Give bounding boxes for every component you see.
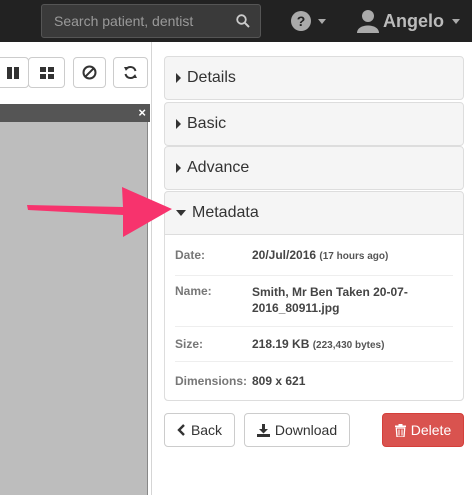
download-button-label: Download	[274, 422, 338, 438]
basic-panel-label: Basic	[187, 115, 227, 132]
search-box	[41, 4, 261, 38]
advance-panel-heading[interactable]: Advance	[165, 147, 463, 189]
metadata-row-dimensions: Dimensions: 809 x 621	[175, 362, 453, 400]
metadata-row-date: Date: 20/Jul/2016 (17 hours ago)	[175, 235, 453, 276]
delete-button-label: Delete	[410, 422, 452, 438]
details-panel-heading[interactable]: Details	[165, 57, 463, 99]
advance-panel: Advance	[164, 146, 464, 190]
caret-down-icon	[176, 210, 186, 216]
image-viewer[interactable]	[0, 122, 148, 495]
metadata-panel-label: Metadata	[192, 204, 259, 221]
basic-panel-heading[interactable]: Basic	[165, 103, 463, 145]
size-value-wrap: 218.19 KB (223,430 bytes)	[252, 337, 384, 351]
metadata-panel-heading[interactable]: Metadata	[165, 192, 463, 234]
date-relative: (17 hours ago)	[319, 251, 389, 262]
single-view-button[interactable]	[0, 57, 29, 88]
details-panel: Details	[164, 56, 464, 100]
chevron-down-icon	[452, 18, 460, 24]
help-icon: ?	[291, 11, 311, 31]
dimensions-value: 809 x 621	[252, 374, 306, 388]
refresh-button[interactable]	[113, 57, 148, 88]
date-value: 20/Jul/2016	[252, 248, 317, 262]
grid-icon	[39, 66, 54, 79]
caret-right-icon	[176, 73, 181, 83]
user-menu[interactable]: Angelo	[357, 7, 460, 35]
back-button[interactable]: Back	[164, 413, 235, 447]
name-value-line1: Smith, Mr Ben Taken 20-07-	[252, 285, 408, 299]
search-icon[interactable]	[236, 14, 250, 28]
columns-icon	[6, 66, 19, 79]
svg-text:?: ?	[297, 13, 306, 29]
download-button[interactable]: Download	[244, 413, 350, 447]
caret-right-icon	[176, 163, 181, 173]
metadata-row-size: Size: 218.19 KB (223,430 bytes)	[175, 327, 453, 362]
metadata-panel: Metadata Date: 20/Jul/2016 (17 hours ago…	[164, 191, 464, 401]
search-input[interactable]	[42, 5, 232, 37]
name-value-line2: 2016_80911.jpg	[252, 301, 340, 315]
metadata-row-name: Name: Smith, Mr Ben Taken 20-07- 2016_80…	[175, 276, 453, 327]
chevron-left-icon	[177, 424, 185, 436]
refresh-icon	[124, 66, 137, 79]
date-label: Date:	[175, 248, 206, 262]
date-value-wrap: 20/Jul/2016 (17 hours ago)	[252, 248, 388, 262]
delete-button[interactable]: Delete	[382, 413, 464, 447]
chevron-down-icon	[318, 18, 326, 24]
user-icon	[357, 10, 379, 33]
grid-view-button[interactable]	[28, 57, 65, 88]
dimensions-label: Dimensions:	[175, 374, 248, 388]
help-menu[interactable]: ?	[290, 9, 326, 33]
app-root: ? Angelo	[0, 0, 472, 495]
download-icon	[256, 423, 270, 437]
top-navbar: ? Angelo	[0, 0, 472, 42]
size-value: 218.19 KB	[252, 337, 310, 351]
trash-icon	[394, 423, 406, 437]
panel-divider	[151, 42, 152, 495]
size-label: Size:	[175, 337, 204, 351]
viewer-toolbar	[0, 50, 150, 94]
metadata-panel-body: Date: 20/Jul/2016 (17 hours ago) Name: S…	[165, 234, 463, 400]
details-panel-label: Details	[187, 69, 236, 86]
cancel-button[interactable]	[73, 57, 106, 88]
user-name: Angelo	[383, 10, 444, 31]
size-bytes: (223,430 bytes)	[312, 340, 385, 351]
close-icon[interactable]: ×	[138, 104, 146, 122]
name-label: Name:	[175, 284, 212, 298]
basic-panel: Basic	[164, 102, 464, 146]
ban-icon	[82, 65, 97, 80]
caret-right-icon	[176, 119, 181, 129]
viewer-header: ×	[0, 104, 150, 122]
back-button-label: Back	[190, 422, 223, 438]
name-value-wrap: Smith, Mr Ben Taken 20-07- 2016_80911.jp…	[252, 284, 408, 316]
advance-panel-label: Advance	[187, 159, 250, 176]
